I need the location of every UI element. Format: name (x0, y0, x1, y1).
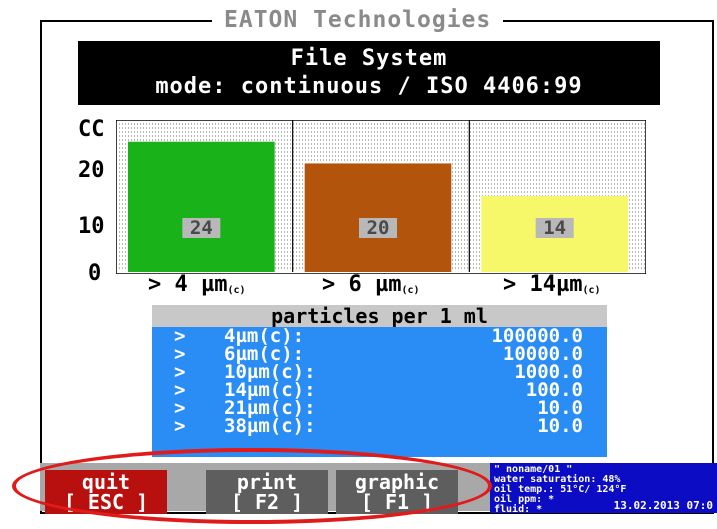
x-tick-label: > 6 µm(c) (322, 272, 420, 297)
bar (128, 141, 275, 272)
title-banner: File System mode: continuous / ISO 4406:… (78, 41, 660, 105)
highlight-annotation (12, 448, 492, 524)
y-axis-label: CC (78, 117, 105, 142)
brand-title: EATON Technologies (212, 7, 504, 33)
bar-value-label: 14 (543, 217, 566, 239)
status-datetime: 13.02.2013 07:0 (613, 499, 713, 512)
status-panel: " noname/01 " water saturation: 48% oil … (490, 463, 717, 515)
particle-bar-chart: 24 20 14 (116, 120, 646, 274)
page-title: File System (290, 46, 448, 71)
table-row: >38µm(c): 10.0 (174, 415, 583, 437)
y-tick-label: 0 (88, 261, 102, 286)
x-tick-label: > 14µm(c) (503, 272, 601, 297)
bar-value-label: 20 (367, 217, 390, 239)
y-tick-label: 20 (78, 158, 105, 183)
x-tick-label: > 4 µm(c) (148, 272, 246, 297)
particles-table-header: particles per 1 ml (152, 305, 607, 327)
mode-label: mode: continuous / ISO 4406:99 (155, 74, 583, 99)
bar-value-label: 24 (190, 217, 213, 239)
device-screen: EATON Technologies File System mode: con… (0, 0, 717, 529)
particles-table: >4µm(c): 100000.0 >6µm(c): 10000.0 >10µm(c… (152, 327, 607, 457)
y-tick-label: 10 (78, 214, 105, 239)
